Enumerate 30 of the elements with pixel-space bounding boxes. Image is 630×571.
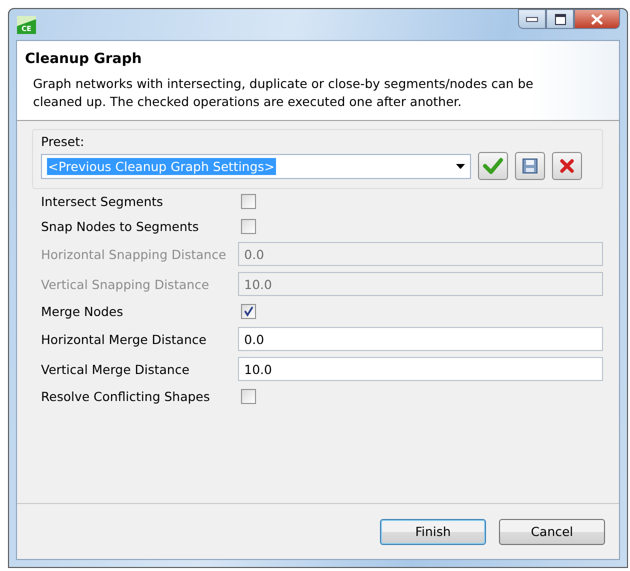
dialog-description: Graph networks with intersecting, duplicate or close-by segments/nodes can be cleaned up. The checked operations are executed one after another. <box>32 75 534 111</box>
close-icon <box>591 14 603 24</box>
save-button[interactable] <box>515 152 545 180</box>
apply-button[interactable] <box>478 152 508 180</box>
input-field[interactable]: 10.0 <box>238 357 603 381</box>
checkbox[interactable] <box>241 194 256 209</box>
delete-button[interactable] <box>552 152 582 180</box>
checkbox[interactable] <box>241 304 256 319</box>
option-label: Horizontal Snapping Distance <box>41 246 228 262</box>
option-label: Resolve Conflicting Shapes <box>41 389 211 404</box>
cross-icon <box>559 158 575 174</box>
dialog-button[interactable]: Finish <box>380 518 486 544</box>
checkmark-icon <box>483 157 503 175</box>
option-label: Snap Nodes to Segments <box>41 219 200 234</box>
minimize-button[interactable] <box>518 9 546 29</box>
input-field[interactable]: 0.0 <box>238 327 603 351</box>
maximize-button[interactable] <box>546 9 574 29</box>
option-label: Vertical Snapping Distance <box>41 276 210 292</box>
option-label: Horizontal Merge Distance <box>41 332 208 346</box>
preset-label: Preset: <box>41 134 86 149</box>
checkbox[interactable] <box>241 219 256 234</box>
dialog-title: Cleanup Graph <box>25 51 143 67</box>
dialog-button[interactable]: Cancel <box>499 518 605 544</box>
checkbox[interactable] <box>241 389 256 404</box>
option-label: Merge Nodes <box>41 304 124 319</box>
checkmark-icon <box>243 306 254 317</box>
close-button[interactable] <box>574 9 620 29</box>
option-label: Intersect Segments <box>41 194 164 209</box>
caret-icon <box>456 164 465 168</box>
option-label: Vertical Merge Distance <box>41 362 190 376</box>
